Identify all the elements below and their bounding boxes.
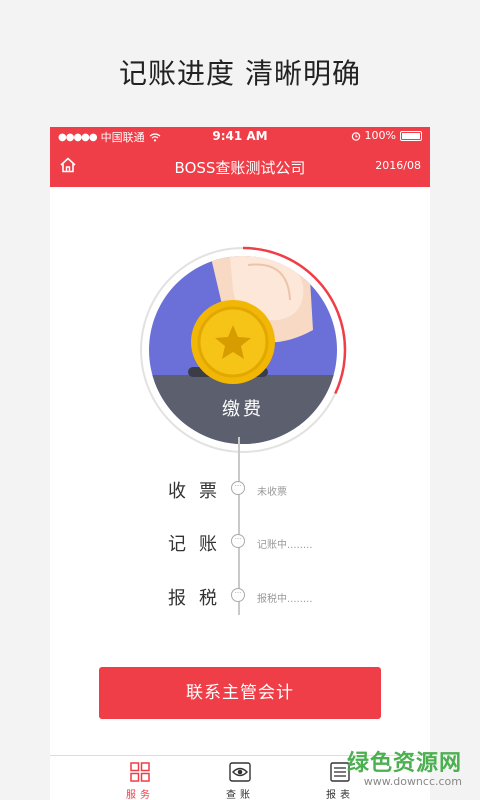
step-status-bookkeeping: 记账中........	[257, 540, 313, 551]
tab-label: 服务	[126, 790, 154, 800]
pay-fee-button[interactable]: 缴费	[138, 245, 348, 455]
company-title: BOSS查账测试公司	[174, 159, 306, 177]
step-label-tax: 报税	[168, 588, 230, 609]
watermark-title: 绿色资源网	[346, 751, 462, 776]
step-node-tax: ···	[231, 588, 245, 602]
period-date[interactable]: 2016/08	[375, 159, 421, 172]
nav-bar: BOSS查账测试公司 2016/08	[50, 145, 430, 187]
status-bar: ●●●●● 中国联通 9:41 AM 100%	[50, 127, 430, 145]
tab-label: 报表	[326, 790, 354, 800]
tab-audit[interactable]: 查账	[200, 756, 280, 800]
step-node-receipt: ···	[231, 481, 245, 495]
step-node-bookkeeping: ···	[231, 534, 245, 548]
promo-headline: 记账进度 清晰明确	[119, 57, 361, 90]
step-label-bookkeeping: 记账	[168, 534, 230, 555]
alarm-icon	[351, 131, 360, 141]
step-status-receipt: 未收票	[257, 487, 287, 498]
contact-accountant-button[interactable]: 联系主管会计	[99, 667, 381, 719]
tab-label: 查账	[226, 790, 254, 800]
pay-illustration	[139, 246, 347, 454]
coin-icon	[191, 300, 275, 384]
pay-label: 缴费	[222, 399, 264, 420]
watermark-url: www.downcc.com	[363, 775, 462, 788]
battery-icon	[400, 130, 422, 141]
tab-service[interactable]: 服务	[100, 756, 180, 800]
eye-icon	[229, 762, 251, 782]
grid-icon	[130, 762, 150, 782]
watermark: 绿色资源网 www.downcc.com	[347, 745, 462, 788]
battery-percent: 100%	[364, 129, 396, 142]
step-label-receipt: 收票	[168, 481, 230, 502]
step-status-tax: 报税中........	[257, 594, 313, 605]
phone-screen: ●●●●● 中国联通 9:41 AM 100% BOSS查账测试公司 2016/…	[50, 127, 430, 800]
